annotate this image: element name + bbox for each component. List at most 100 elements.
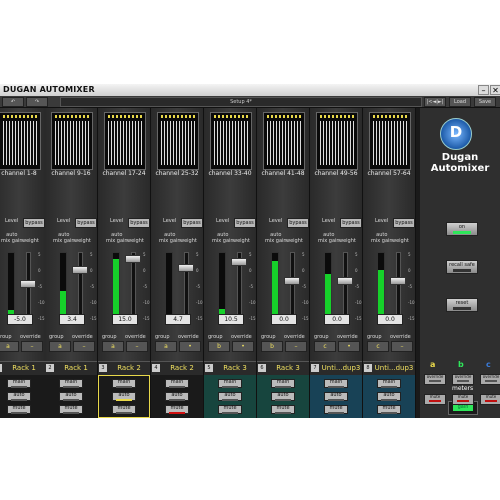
channel-button-area: main auto mute <box>257 375 309 418</box>
main-button[interactable]: main <box>324 379 348 388</box>
gain-value[interactable]: 0.0 <box>324 314 350 325</box>
group-select-button[interactable]: a <box>155 341 177 352</box>
recall-safe-button[interactable]: recall safe <box>446 260 478 274</box>
mute-button[interactable]: mute <box>165 405 189 414</box>
rack-number: 5 <box>205 364 213 372</box>
group-select-button[interactable]: b <box>208 341 230 352</box>
rack-label[interactable]: 2 Rack 1 <box>45 361 97 375</box>
group-select-button[interactable]: c <box>314 341 336 352</box>
auto-button[interactable]: auto <box>324 392 348 401</box>
rack-label[interactable]: 4 Rack 2 <box>151 361 203 375</box>
override-button[interactable]: – <box>126 341 148 352</box>
rack-label[interactable]: Rack 1 <box>0 361 45 375</box>
main-button[interactable]: main <box>7 379 31 388</box>
bypass-button[interactable]: bypass <box>128 218 150 228</box>
override-label: override <box>390 334 411 340</box>
redo-button[interactable]: ↷ <box>26 97 48 107</box>
gain-value[interactable]: -5.0 <box>7 314 33 325</box>
group-select-button[interactable]: a <box>102 341 124 352</box>
group-select-button[interactable]: a <box>49 341 71 352</box>
undo-button[interactable]: ↶ <box>2 97 24 107</box>
mute-button[interactable]: mute <box>377 405 401 414</box>
override-button[interactable]: – <box>391 341 413 352</box>
weight-fader-knob[interactable] <box>178 264 194 273</box>
toolbar: ↶ ↷ Setup 4* |<◄|►| Load Save <box>0 96 500 108</box>
main-button[interactable]: main <box>165 379 189 388</box>
setup-nav-buttons[interactable]: |<◄|►| <box>424 97 446 107</box>
auto-button[interactable]: auto <box>165 392 189 401</box>
channel-name: channel 25-32 <box>155 170 199 177</box>
channel-name: channel 17-24 <box>102 170 146 177</box>
group-override-button[interactable]: override <box>424 374 446 385</box>
weight-fader-knob[interactable] <box>20 279 36 288</box>
mute-button[interactable]: mute <box>59 405 83 414</box>
weight-fader-knob[interactable] <box>231 258 247 267</box>
auto-button[interactable]: auto <box>377 392 401 401</box>
gain-value[interactable]: 15.0 <box>112 314 138 325</box>
main-button[interactable]: main <box>271 379 295 388</box>
auto-button[interactable]: auto <box>218 392 242 401</box>
bypass-button[interactable]: bypass <box>75 218 97 228</box>
title-bar: DUGAN AUTOMIXER – ✕ <box>0 84 500 96</box>
setup-name-field[interactable]: Setup 4* <box>60 97 422 107</box>
mute-button[interactable]: mute <box>112 405 136 414</box>
main-button[interactable]: main <box>377 379 401 388</box>
weight-fader-knob[interactable] <box>337 276 353 285</box>
weight-fader-knob[interactable] <box>284 276 300 285</box>
load-button[interactable]: Load <box>449 97 471 107</box>
auto-button[interactable]: auto <box>59 392 83 401</box>
channel-strip: channel 25-32 Level bypass auto mix gain… <box>151 108 204 418</box>
group-mute-button[interactable]: mute <box>424 394 446 405</box>
override-button[interactable]: – <box>21 341 43 352</box>
group-mute-button[interactable]: mute <box>480 394 500 405</box>
main-button[interactable]: main <box>59 379 83 388</box>
group-select-button[interactable]: c <box>367 341 389 352</box>
group-select-button[interactable]: a <box>0 341 19 352</box>
gain-value[interactable]: 10.5 <box>218 314 244 325</box>
minimize-button[interactable]: – <box>478 85 489 95</box>
rack-label[interactable]: 7 Unti...dup3 <box>310 361 362 375</box>
override-button[interactable]: • <box>232 341 254 352</box>
main-button[interactable]: main <box>112 379 136 388</box>
override-button[interactable]: • <box>338 341 360 352</box>
bypass-button[interactable]: bypass <box>234 218 256 228</box>
group-mute-button[interactable]: mute <box>452 394 474 405</box>
save-button[interactable]: Save <box>474 97 496 107</box>
bypass-button[interactable]: bypass <box>181 218 203 228</box>
auto-button[interactable]: auto <box>7 392 31 401</box>
mute-button[interactable]: mute <box>218 405 242 414</box>
channel-button-area: main auto mute <box>45 375 97 418</box>
rack-label[interactable]: 8 Unti...dup3 <box>363 361 415 375</box>
group-override-button[interactable]: override <box>452 374 474 385</box>
weight-fader-knob[interactable] <box>125 255 141 264</box>
group-select-button[interactable]: b <box>261 341 283 352</box>
mute-button[interactable]: mute <box>324 405 348 414</box>
gain-value[interactable]: 0.0 <box>377 314 403 325</box>
bypass-button[interactable]: bypass <box>287 218 309 228</box>
main-button[interactable]: main <box>218 379 242 388</box>
bypass-button[interactable]: bypass <box>340 218 362 228</box>
rack-label[interactable]: 3 Rack 2 <box>98 361 150 375</box>
mute-button[interactable]: mute <box>7 405 31 414</box>
reset-button[interactable]: reset <box>446 298 478 312</box>
auto-button[interactable]: auto <box>271 392 295 401</box>
close-button[interactable]: ✕ <box>490 85 500 95</box>
override-button[interactable]: – <box>285 341 307 352</box>
gain-value[interactable]: 0.0 <box>271 314 297 325</box>
gain-value[interactable]: 3.4 <box>59 314 85 325</box>
channel-strip: channel 41-48 Level bypass auto mix gain… <box>257 108 310 418</box>
on-button[interactable]: on <box>446 222 478 236</box>
bypass-button[interactable]: bypass <box>23 218 45 228</box>
weight-fader-knob[interactable] <box>390 276 406 285</box>
bypass-button[interactable]: bypass <box>393 218 415 228</box>
weight-fader-knob[interactable] <box>72 265 88 274</box>
override-button[interactable]: – <box>73 341 95 352</box>
auto-button[interactable]: auto <box>112 392 136 401</box>
gain-value[interactable]: 4.7 <box>165 314 191 325</box>
override-button[interactable]: • <box>179 341 201 352</box>
rack-label[interactable]: 5 Rack 3 <box>204 361 256 375</box>
group-override-button[interactable]: override <box>480 374 500 385</box>
mute-button[interactable]: mute <box>271 405 295 414</box>
rack-label[interactable]: 6 Rack 3 <box>257 361 309 375</box>
override-label: override <box>20 334 41 340</box>
